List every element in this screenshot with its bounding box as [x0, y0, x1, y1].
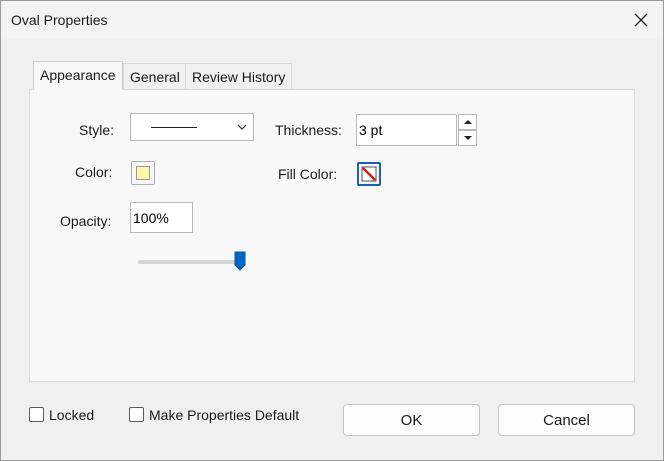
- tab-general[interactable]: General: [123, 63, 187, 89]
- arrow-up-icon: [463, 120, 472, 124]
- arrow-down-icon: [463, 136, 472, 140]
- line-style-preview: [151, 127, 197, 128]
- color-swatch-button[interactable]: [131, 161, 155, 185]
- thickness-up-button[interactable]: [458, 114, 477, 130]
- opacity-input[interactable]: [130, 202, 193, 233]
- locked-label: Locked: [49, 407, 95, 423]
- make-default-label: Make Properties Default: [149, 407, 300, 423]
- tab-review-history[interactable]: Review History: [185, 63, 293, 89]
- tab-control: Appearance General Review History Style:…: [29, 61, 635, 383]
- thickness-label: Thickness:: [275, 122, 342, 138]
- dialog-title: Oval Properties: [11, 12, 108, 28]
- fill-color-button[interactable]: [357, 162, 381, 186]
- close-icon: [634, 13, 648, 27]
- make-default-checkbox[interactable]: [129, 407, 144, 422]
- fill-color-label: Fill Color:: [278, 166, 338, 182]
- opacity-label: Opacity:: [60, 213, 112, 229]
- style-dropdown[interactable]: [130, 113, 254, 141]
- ok-button[interactable]: OK: [343, 404, 480, 436]
- opacity-slider-thumb[interactable]: [234, 251, 246, 271]
- opacity-slider-track[interactable]: [138, 260, 240, 264]
- appearance-panel: Style: Color: Opacity: Thickness:: [29, 89, 635, 382]
- close-button[interactable]: [627, 7, 655, 33]
- thickness-down-button[interactable]: [458, 130, 477, 146]
- title-bar: Oval Properties: [1, 1, 663, 39]
- chevron-down-icon: [237, 124, 247, 130]
- oval-properties-dialog: Oval Properties Appearance General Revie…: [0, 0, 664, 461]
- no-fill-icon: [361, 166, 377, 182]
- style-label: Style:: [79, 122, 115, 138]
- locked-checkbox[interactable]: [29, 407, 44, 422]
- thickness-input[interactable]: [356, 114, 457, 146]
- thickness-spinner: [458, 114, 477, 146]
- color-label: Color:: [75, 164, 113, 180]
- color-swatch: [136, 166, 150, 180]
- cancel-button[interactable]: Cancel: [498, 404, 635, 436]
- tab-appearance[interactable]: Appearance: [33, 61, 123, 90]
